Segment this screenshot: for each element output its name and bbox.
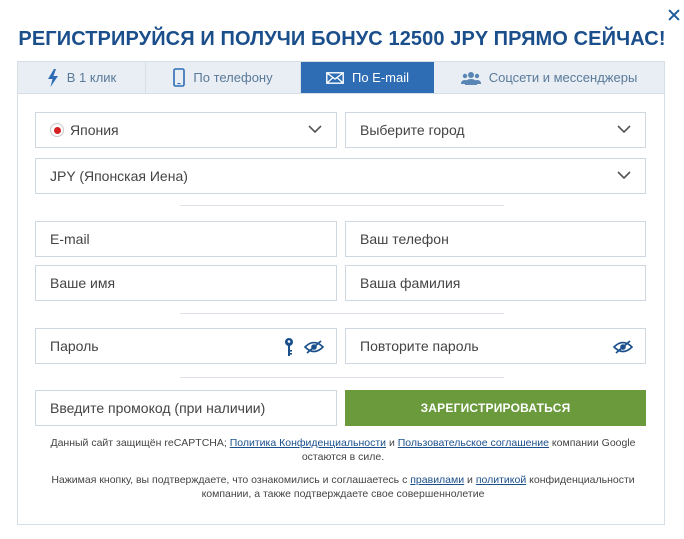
recaptcha-notice: Данный сайт защищён reCAPTCHA; Политика … [38, 436, 648, 464]
recaptcha-and: и [388, 437, 395, 449]
tab-email[interactable]: По E-mail [301, 62, 434, 93]
eye-slash-icon[interactable] [304, 339, 324, 355]
email-placeholder: E-mail [50, 231, 90, 247]
currency-value: JPY (Японская Иена) [50, 168, 188, 184]
register-button[interactable]: ЗАРЕГИСТРИРОВАТЬСЯ [345, 390, 646, 426]
chevron-down-icon [617, 171, 631, 180]
promo-code-field[interactable]: Введите промокод (при наличии) [35, 390, 337, 426]
country-select[interactable]: Япония [35, 112, 337, 148]
japan-flag-icon [50, 123, 64, 137]
terms-link[interactable]: Пользовательское соглашение [398, 437, 549, 449]
first-name-field[interactable]: Ваше имя [35, 265, 337, 301]
registration-panel: В 1 клик По телефону По E-mail Соцсети и… [17, 61, 665, 525]
tab-label: По телефону [193, 70, 273, 85]
currency-select[interactable]: JPY (Японская Иена) [35, 158, 646, 194]
last-name-placeholder: Ваша фамилия [360, 275, 461, 291]
recaptcha-text: Данный сайт защищён reCAPTCHA; [50, 437, 227, 449]
tab-label: По E-mail [351, 70, 410, 85]
tab-phone[interactable]: По телефону [146, 62, 301, 93]
repeat-password-placeholder: Повторите пароль [360, 338, 479, 354]
last-name-field[interactable]: Ваша фамилия [345, 265, 646, 301]
lightning-icon [47, 68, 58, 87]
phone-placeholder: Ваш телефон [360, 231, 449, 247]
password-placeholder: Пароль [50, 338, 99, 354]
page-title: РЕГИСТРИРУЙСЯ И ПОЛУЧИ БОНУС 12500 JPY П… [18, 28, 666, 50]
first-name-placeholder: Ваше имя [50, 275, 116, 291]
tab-label: В 1 клик [66, 70, 117, 85]
privacy-link[interactable]: политикой [476, 474, 526, 486]
consent-notice: Нажимая кнопку, вы подтверждаете, что оз… [38, 473, 648, 501]
key-icon[interactable] [284, 337, 294, 357]
tab-one-click[interactable]: В 1 клик [18, 62, 146, 93]
consent-text: Нажимая кнопку, вы подтверждаете, что оз… [51, 474, 408, 486]
divider [180, 377, 504, 378]
tab-label: Соцсети и мессенджеры [488, 70, 638, 85]
chevron-down-icon [308, 125, 322, 134]
eye-slash-icon[interactable] [613, 339, 633, 355]
chevron-down-icon [617, 125, 631, 134]
city-placeholder: Выберите город [360, 122, 465, 138]
country-value: Япония [70, 122, 119, 138]
repeat-password-field[interactable]: Повторите пароль [345, 328, 646, 364]
password-field[interactable]: Пароль [35, 328, 337, 364]
divider [180, 313, 504, 314]
phone-icon [173, 68, 186, 87]
privacy-policy-link[interactable]: Политика Конфиденциальности [230, 437, 386, 449]
envelope-icon [326, 71, 344, 84]
email-field[interactable]: E-mail [35, 221, 337, 257]
rules-link[interactable]: правилами [410, 474, 464, 486]
consent-and: и [467, 474, 473, 486]
tab-bar: В 1 клик По телефону По E-mail Соцсети и… [18, 62, 664, 94]
close-icon[interactable] [666, 7, 682, 23]
city-select[interactable]: Выберите город [345, 112, 646, 148]
phone-field[interactable]: Ваш телефон [345, 221, 646, 257]
promo-placeholder: Введите промокод (при наличии) [50, 400, 266, 416]
users-icon [460, 71, 481, 85]
tab-social[interactable]: Соцсети и мессенджеры [434, 62, 664, 93]
divider [180, 205, 504, 206]
